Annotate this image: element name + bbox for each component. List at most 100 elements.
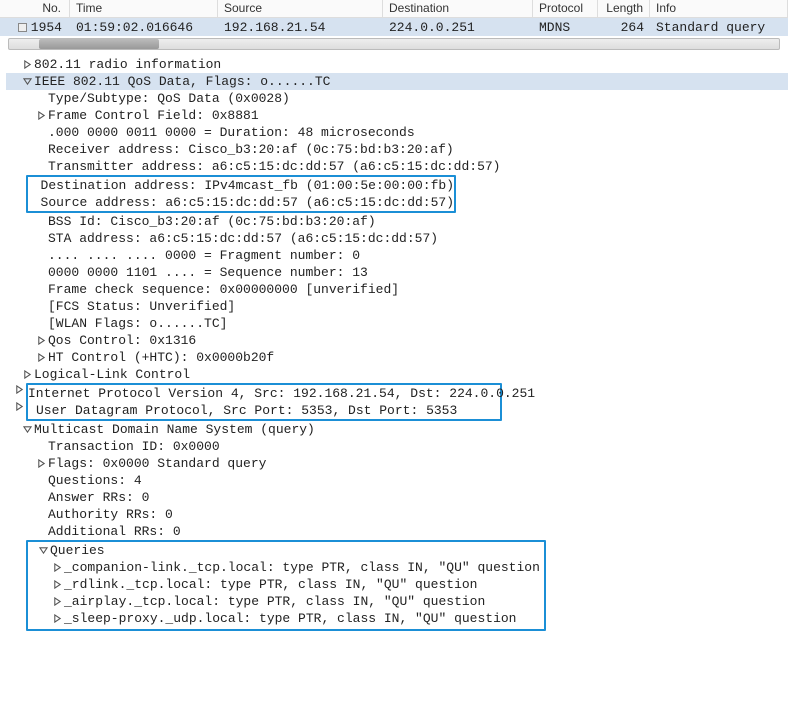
chevron-right-icon	[12, 402, 26, 411]
tree-label: Questions: 4	[48, 472, 142, 489]
chevron-right-icon	[50, 580, 64, 589]
tree-transaction-id[interactable]: Transaction ID: 0x0000	[6, 438, 788, 455]
tree-transmitter-address[interactable]: Transmitter address: a6:c5:15:dc:dd:57 (…	[6, 158, 788, 175]
col-header-protocol[interactable]: Protocol	[533, 0, 598, 17]
tree-label: Internet Protocol Version 4, Src: 192.16…	[28, 385, 535, 402]
tree-label: _airplay._tcp.local: type PTR, class IN,…	[64, 593, 485, 610]
packet-details-tree: 802.11 radio information IEEE 802.11 QoS…	[0, 52, 788, 631]
tree-mdns[interactable]: Multicast Domain Name System (query)	[6, 421, 788, 438]
tree-label: _rdlink._tcp.local: type PTR, class IN, …	[64, 576, 477, 593]
tree-sta-address[interactable]: STA address: a6:c5:15:dc:dd:57 (a6:c5:15…	[6, 230, 788, 247]
chevron-right-icon	[20, 370, 34, 379]
tree-label: Additional RRs: 0	[48, 523, 181, 540]
tree-label: User Datagram Protocol, Src Port: 5353, …	[36, 402, 457, 419]
chevron-right-icon	[12, 385, 26, 394]
tree-sequence-number[interactable]: 0000 0000 1101 .... = Sequence number: 1…	[6, 264, 788, 281]
tree-ipv4[interactable]: Internet Protocol Version 4, Src: 192.16…	[28, 385, 500, 402]
chevron-right-icon	[34, 111, 48, 120]
packet-length: 264	[598, 19, 650, 36]
tree-qos-control[interactable]: Qos Control: 0x1316	[6, 332, 788, 349]
col-header-destination[interactable]: Destination	[383, 0, 533, 17]
tree-label: Destination address: IPv4mcast_fb (01:00…	[41, 177, 454, 194]
chevron-right-icon	[34, 336, 48, 345]
tree-additional-rrs[interactable]: Additional RRs: 0	[6, 523, 788, 540]
highlight-box-ip-udp: Internet Protocol Version 4, Src: 192.16…	[26, 383, 502, 421]
tree-fcs-status[interactable]: [FCS Status: Unverified]	[6, 298, 788, 315]
tree-queries[interactable]: Queries	[28, 542, 544, 559]
tree-label: Qos Control: 0x1316	[48, 332, 196, 349]
tree-label: _companion-link._tcp.local: type PTR, cl…	[64, 559, 540, 576]
chevron-right-icon	[34, 459, 48, 468]
packet-source: 192.168.21.54	[218, 19, 383, 36]
tree-label: IEEE 802.11 QoS Data, Flags: o......TC	[34, 73, 330, 90]
chevron-right-icon	[20, 60, 34, 69]
tree-wlan-flags[interactable]: [WLAN Flags: o......TC]	[6, 315, 788, 332]
tree-source-address[interactable]: Source address: a6:c5:15:dc:dd:57 (a6:c5…	[28, 194, 454, 211]
col-header-info[interactable]: Info	[650, 0, 788, 17]
chevron-right-icon	[50, 614, 64, 623]
tree-llc[interactable]: Logical-Link Control	[6, 366, 788, 383]
highlight-box-queries: Queries _companion-link._tcp.local: type…	[26, 540, 546, 631]
packet-row[interactable]: 1954 01:59:02.016646 192.168.21.54 224.0…	[0, 18, 788, 36]
tree-authority-rrs[interactable]: Authority RRs: 0	[6, 506, 788, 523]
tree-ht-control[interactable]: HT Control (+HTC): 0x0000b20f	[6, 349, 788, 366]
packet-marker-icon	[18, 23, 27, 32]
col-header-source[interactable]: Source	[218, 0, 383, 17]
tree-query-2[interactable]: _rdlink._tcp.local: type PTR, class IN, …	[28, 576, 544, 593]
scrollbar-thumb[interactable]	[39, 39, 159, 49]
tree-label: Transaction ID: 0x0000	[48, 438, 220, 455]
tree-type-subtype[interactable]: Type/Subtype: QoS Data (0x0028)	[6, 90, 788, 107]
tree-query-1[interactable]: _companion-link._tcp.local: type PTR, cl…	[28, 559, 544, 576]
chevron-down-icon	[36, 546, 50, 555]
tree-label: [FCS Status: Unverified]	[48, 298, 235, 315]
packet-no-value: 1954	[31, 19, 62, 36]
packet-list-header: No. Time Source Destination Protocol Len…	[0, 0, 788, 18]
highlight-box-addresses: Destination address: IPv4mcast_fb (01:00…	[26, 175, 456, 213]
packet-info: Standard query	[650, 19, 788, 36]
tree-ieee-80211[interactable]: IEEE 802.11 QoS Data, Flags: o......TC	[6, 73, 788, 90]
col-header-time[interactable]: Time	[70, 0, 218, 17]
tree-label: .000 0000 0011 0000 = Duration: 48 micro…	[48, 124, 415, 141]
tree-fragment-number[interactable]: .... .... .... 0000 = Fragment number: 0	[6, 247, 788, 264]
col-header-length[interactable]: Length	[598, 0, 650, 17]
chevron-down-icon	[20, 425, 34, 434]
tree-label: 0000 0000 1101 .... = Sequence number: 1…	[48, 264, 368, 281]
col-header-no[interactable]: No.	[0, 0, 70, 17]
tree-label: Transmitter address: a6:c5:15:dc:dd:57 (…	[48, 158, 500, 175]
tree-bss-id[interactable]: BSS Id: Cisco_b3:20:af (0c:75:bd:b3:20:a…	[6, 213, 788, 230]
tree-label: Source address: a6:c5:15:dc:dd:57 (a6:c5…	[41, 194, 454, 211]
tree-label: Multicast Domain Name System (query)	[34, 421, 315, 438]
tree-label: Flags: 0x0000 Standard query	[48, 455, 266, 472]
horizontal-scrollbar[interactable]	[8, 38, 780, 50]
chevron-down-icon	[20, 77, 34, 86]
tree-label: Authority RRs: 0	[48, 506, 173, 523]
tree-label: BSS Id: Cisco_b3:20:af (0c:75:bd:b3:20:a…	[48, 213, 376, 230]
tree-label: Frame check sequence: 0x00000000 [unveri…	[48, 281, 399, 298]
tree-destination-address[interactable]: Destination address: IPv4mcast_fb (01:00…	[28, 177, 454, 194]
tree-receiver-address[interactable]: Receiver address: Cisco_b3:20:af (0c:75:…	[6, 141, 788, 158]
tree-udp[interactable]: User Datagram Protocol, Src Port: 5353, …	[28, 402, 500, 419]
tree-label: Receiver address: Cisco_b3:20:af (0c:75:…	[48, 141, 454, 158]
tree-label: Queries	[50, 542, 105, 559]
tree-frame-check-sequence[interactable]: Frame check sequence: 0x00000000 [unveri…	[6, 281, 788, 298]
packet-no: 1954	[0, 19, 70, 36]
tree-radio-info[interactable]: 802.11 radio information	[6, 56, 788, 73]
tree-label: HT Control (+HTC): 0x0000b20f	[48, 349, 274, 366]
chevron-right-icon	[50, 597, 64, 606]
tree-answer-rrs[interactable]: Answer RRs: 0	[6, 489, 788, 506]
tree-label: 802.11 radio information	[34, 56, 221, 73]
tree-label: [WLAN Flags: o......TC]	[48, 315, 227, 332]
packet-destination: 224.0.0.251	[383, 19, 533, 36]
tree-label: _sleep-proxy._udp.local: type PTR, class…	[64, 610, 516, 627]
tree-label: Type/Subtype: QoS Data (0x0028)	[48, 90, 290, 107]
packet-list: No. Time Source Destination Protocol Len…	[0, 0, 788, 50]
tree-label: STA address: a6:c5:15:dc:dd:57 (a6:c5:15…	[48, 230, 438, 247]
tree-query-3[interactable]: _airplay._tcp.local: type PTR, class IN,…	[28, 593, 544, 610]
tree-query-4[interactable]: _sleep-proxy._udp.local: type PTR, class…	[28, 610, 544, 627]
tree-duration[interactable]: .000 0000 0011 0000 = Duration: 48 micro…	[6, 124, 788, 141]
tree-flags[interactable]: Flags: 0x0000 Standard query	[6, 455, 788, 472]
tree-frame-control[interactable]: Frame Control Field: 0x8881	[6, 107, 788, 124]
packet-protocol: MDNS	[533, 19, 598, 36]
tree-label: Frame Control Field: 0x8881	[48, 107, 259, 124]
tree-questions[interactable]: Questions: 4	[6, 472, 788, 489]
